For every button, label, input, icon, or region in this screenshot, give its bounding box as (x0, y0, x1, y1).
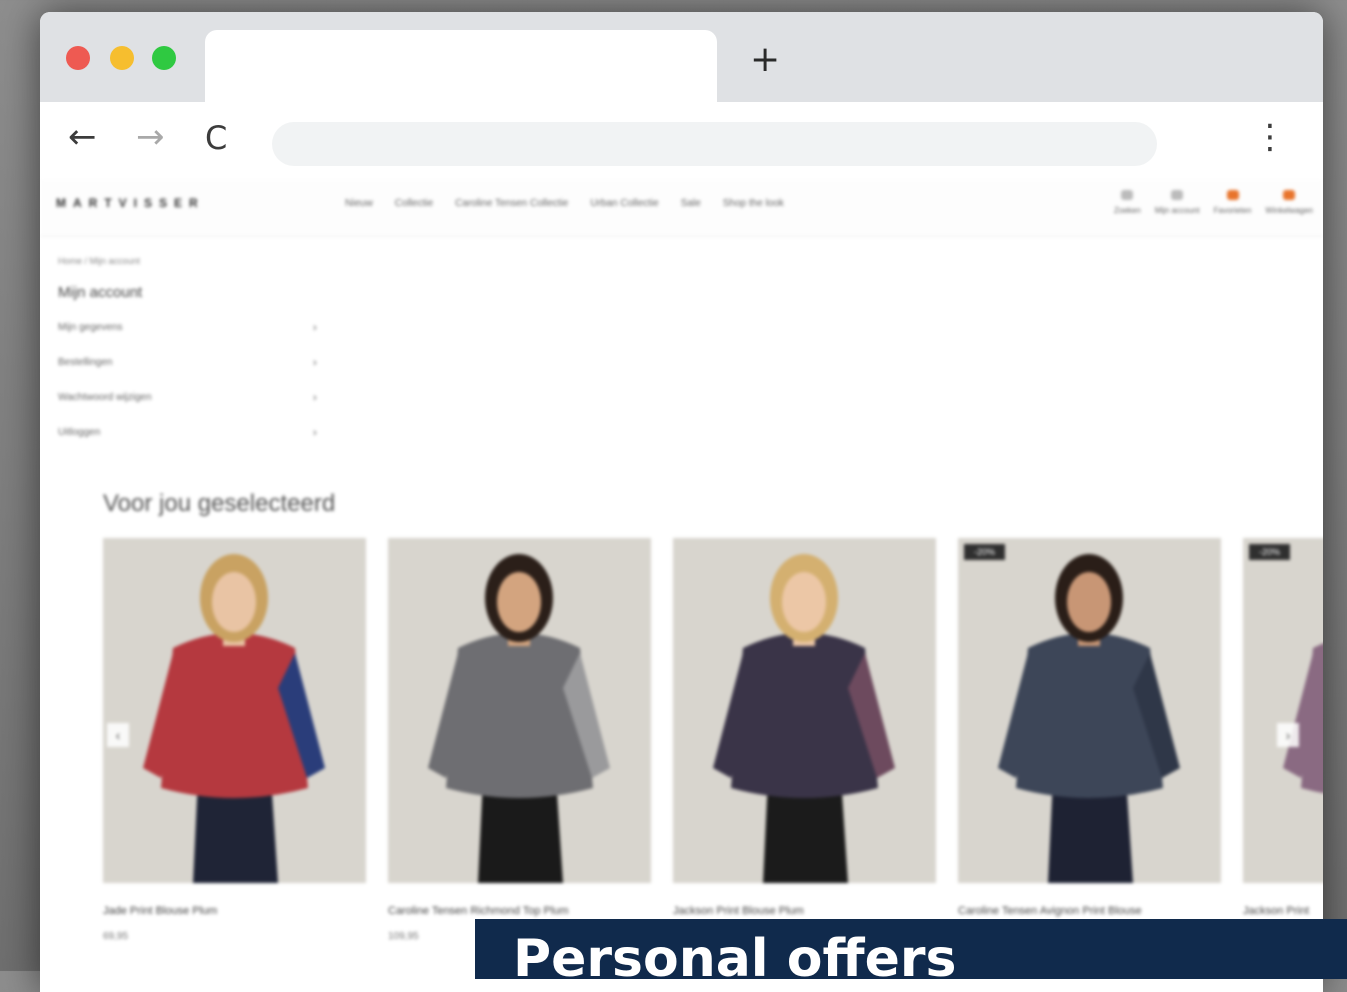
browser-menu-icon[interactable]: ⋮ (1253, 120, 1287, 154)
user-nav-label: Mijn account (1154, 206, 1200, 215)
product-card[interactable]: Jackson Print Blouse Plum (673, 538, 936, 931)
product-photo[interactable] (388, 538, 651, 883)
user-nav-item[interactable]: Mijn account (1155, 190, 1200, 215)
model-figure (673, 538, 936, 883)
carousel-next-arrow[interactable]: › (1277, 723, 1299, 747)
site-header: MARTVISSER Nieuw Collectie Caroline Tensen… (40, 180, 1323, 237)
promo-banner: Personal offers (475, 919, 1347, 979)
user-navigation: Zoeken Mijn account Favorieten Winkelwagen (1114, 190, 1313, 215)
banner-title: Personal offers (513, 929, 957, 979)
chevron-right-icon: › (313, 322, 317, 334)
product-name[interactable]: Jade Print Blouse Plum (103, 905, 366, 917)
browser-window: + ← → C ⋮ MARTVISSER Nieuw Collectie Carol… (40, 12, 1323, 992)
product-card[interactable]: -20% Caroline Tensen Avignon Print Blouse (958, 538, 1221, 931)
account-menu-item[interactable]: Mijn gegevens › (58, 322, 328, 357)
user-nav-item[interactable]: Zoeken (1114, 190, 1141, 215)
user-nav-label: Winkelwagen (1265, 206, 1313, 215)
address-bar[interactable] (272, 122, 1157, 166)
heart-icon (1226, 190, 1239, 200)
active-tab[interactable] (205, 30, 717, 102)
site-logo[interactable]: MARTVISSER (56, 196, 205, 210)
account-menu-item[interactable]: Uitloggen › (58, 427, 328, 462)
chevron-right-icon: › (313, 392, 317, 404)
carousel-prev-arrow[interactable]: ‹ (107, 723, 129, 747)
search-icon (1121, 190, 1134, 200)
product-photo[interactable]: -20% (958, 538, 1221, 883)
product-card[interactable]: Jade Print Blouse Plum 69,95 (103, 538, 366, 942)
model-figure (958, 538, 1221, 883)
product-name[interactable]: Jackson Print Blouse Plum (673, 905, 936, 917)
account-menu-label: Bestellingen (58, 357, 113, 368)
product-name[interactable]: Jackson Print (1243, 905, 1323, 917)
model-figure (388, 538, 651, 883)
maximize-window-button[interactable] (152, 46, 176, 70)
product-name[interactable]: Caroline Tensen Richmond Top Plum (388, 905, 651, 917)
reload-icon[interactable]: C (205, 122, 227, 154)
account-menu-item[interactable]: Bestellingen › (58, 357, 328, 392)
breadcrumb[interactable]: Home / Mijn account (58, 256, 140, 266)
account-menu-label: Wachtwoord wijzigen (58, 392, 152, 403)
model-figure (1243, 538, 1323, 883)
product-photo[interactable]: -20% (1243, 538, 1323, 883)
product-price: 69,95 (103, 931, 129, 942)
browser-toolbar: ← → C ⋮ (40, 102, 1323, 180)
forward-arrow-icon[interactable]: → (136, 120, 165, 154)
user-nav-item[interactable]: Winkelwagen (1265, 190, 1313, 215)
product-carousel: -20% Jackson Print -20% Caroline Tensen Avi… (103, 538, 1323, 942)
user-icon (1171, 190, 1184, 200)
account-menu-item[interactable]: Wachtwoord wijzigen › (58, 392, 328, 427)
nav-item[interactable]: Urban Collectie (590, 198, 658, 209)
close-window-button[interactable] (66, 46, 90, 70)
nav-item[interactable]: Nieuw (345, 198, 373, 209)
product-photo[interactable] (103, 538, 366, 883)
minimize-window-button[interactable] (110, 46, 134, 70)
main-navigation: Nieuw Collectie Caroline Tensen Collectie U… (345, 198, 784, 209)
nav-item[interactable]: Collectie (395, 198, 433, 209)
discount-badge: -20% (964, 544, 1006, 560)
chevron-right-icon: › (313, 357, 317, 369)
product-card[interactable]: Caroline Tensen Richmond Top Plum 109,95 (388, 538, 651, 942)
user-nav-label: Zoeken (1114, 206, 1141, 215)
back-arrow-icon[interactable]: ← (68, 120, 97, 154)
product-photo[interactable] (673, 538, 936, 883)
model-figure (103, 538, 366, 883)
account-menu-label: Mijn gegevens (58, 322, 123, 333)
nav-item[interactable]: Sale (681, 198, 701, 209)
nav-item[interactable]: Caroline Tensen Collectie (455, 198, 568, 209)
section-title: Voor jou geselecteerd (103, 490, 336, 517)
account-menu-label: Uitloggen (58, 427, 101, 438)
chevron-right-icon: › (313, 427, 317, 439)
discount-badge: -20% (1249, 544, 1291, 560)
user-nav-label: Favorieten (1213, 206, 1252, 215)
nav-item[interactable]: Shop the look (723, 198, 784, 209)
tab-strip: + (40, 12, 1323, 102)
new-tab-button[interactable]: + (750, 42, 780, 78)
page-title: Mijn account (58, 284, 143, 301)
webpage: MARTVISSER Nieuw Collectie Caroline Tensen… (40, 180, 1323, 992)
account-menu: Mijn gegevens › Bestellingen › Wachtwoord wi… (58, 322, 328, 462)
cart-icon (1283, 190, 1296, 200)
user-nav-item[interactable]: Favorieten (1213, 190, 1252, 215)
product-name[interactable]: Caroline Tensen Avignon Print Blouse (958, 905, 1221, 917)
